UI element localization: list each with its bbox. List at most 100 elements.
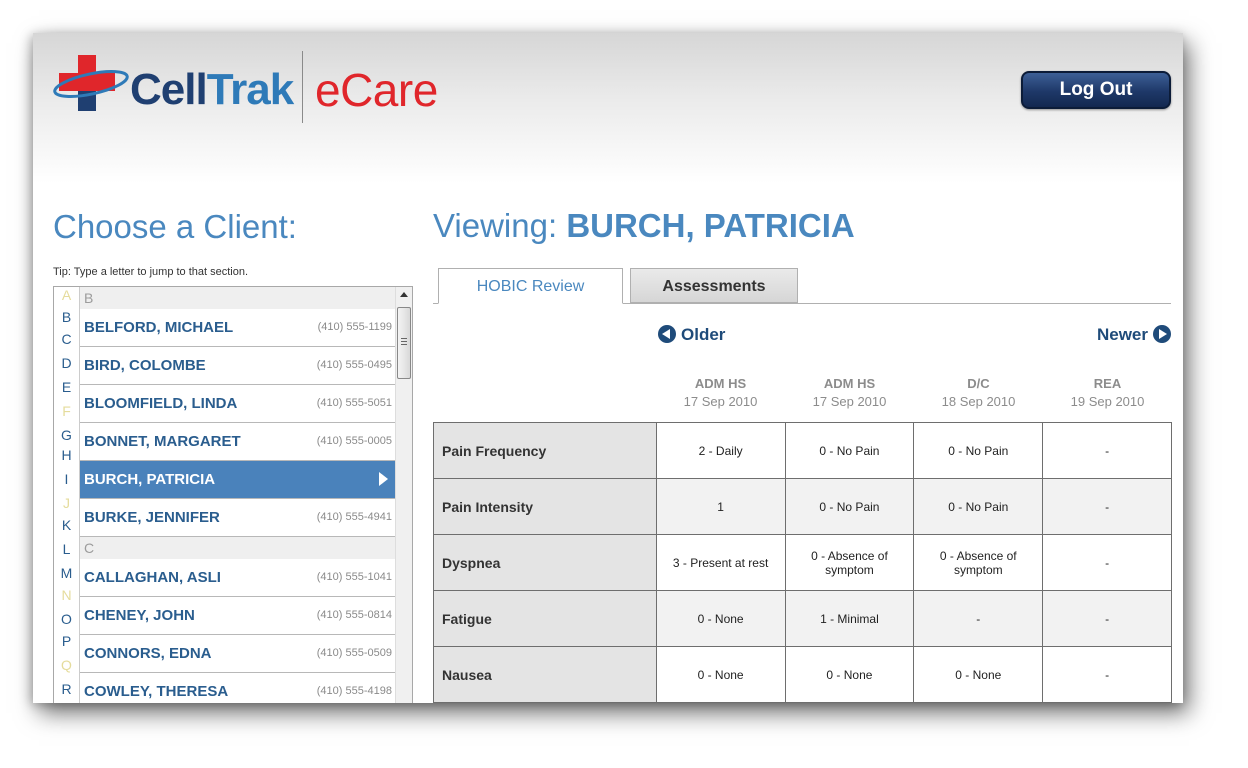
client-row[interactable]: BLOOMFIELD, LINDA (410) 555-5051 [80,385,396,423]
letter-index-f: F [62,403,71,419]
tab-assessments[interactable]: Assessments [630,268,798,303]
column-header: ADM HS 17 Sep 2010 [656,376,785,409]
assessment-table: Pain Frequency 2 - Daily 0 - No Pain 0 - No… [433,422,1172,703]
logout-button[interactable]: Log Out [1021,71,1171,109]
celltrak-ecare-logo: CellTrak eCare [53,51,483,127]
letter-index-j: J [63,495,70,511]
client-name: CONNORS, EDNA [84,645,212,662]
table-row: Fatigue 0 - None 1 - Minimal - - [433,590,1172,647]
scroll-up-arrow-icon[interactable] [400,292,408,297]
letter-index-p[interactable]: P [54,633,79,649]
letter-index-g[interactable]: G [54,427,79,443]
column-header: ADM HS 17 Sep 2010 [785,376,914,409]
letter-index-e[interactable]: E [54,379,79,395]
client-name: BIRD, COLOMBE [84,357,206,374]
table-cell: 0 - None [655,590,786,647]
table-cell: 0 - None [655,646,786,703]
table-cell: 0 - None [784,646,915,703]
grip-icon [401,338,407,339]
row-label: Pain Frequency [433,422,657,479]
header: CellTrak eCare Log Out [33,33,1183,183]
letter-index-o[interactable]: O [54,611,79,627]
client-row[interactable]: BURCH, PATRICIA [80,461,396,499]
table-cell: 0 - No Pain [784,422,915,479]
table-cell: - [1042,534,1172,591]
client-name: BURCH, PATRICIA [84,471,216,488]
chevron-left-circle-icon [658,325,676,343]
letter-index-q: Q [61,657,72,673]
client-name: BONNET, MARGARET [84,433,241,450]
client-phone: (410) 555-4198 [316,685,392,697]
scrollbar[interactable] [395,287,412,703]
app-window: CellTrak eCare Log Out Choose a Client: … [33,33,1183,703]
tab-hobic-review[interactable]: HOBIC Review [438,268,623,304]
letter-index-h[interactable]: H [54,447,79,463]
client-name: CHENEY, JOHN [84,607,195,624]
client-name: COWLEY, THERESA [84,683,229,700]
client-row[interactable]: BURKE, JENNIFER (410) 555-4941 [80,499,396,537]
letter-index-c[interactable]: C [54,331,79,347]
letter-index-b[interactable]: B [54,309,79,325]
client-row[interactable]: BIRD, COLOMBE (410) 555-0495 [80,347,396,385]
table-cell: 1 - Minimal [784,590,915,647]
table-cell: - [913,590,1044,647]
client-row[interactable]: COWLEY, THERESA (410) 555-4198 [80,673,396,703]
viewing-title: Viewing: BURCH, PATRICIA [433,207,855,245]
column-header: REA 19 Sep 2010 [1043,376,1172,409]
row-label: Nausea [433,646,657,703]
table-cell: 0 - No Pain [784,478,915,535]
table-cell: 0 - Absence of symptom [913,534,1044,591]
letter-index: ABCDEFGHIJKLMNOPQR [54,287,79,703]
column-type: D/C [967,376,990,391]
newer-button[interactable]: Newer [1097,325,1171,345]
older-button[interactable]: Older [658,325,725,345]
client-name: CALLAGHAN, ASLI [84,569,221,586]
viewing-label: Viewing: [433,207,558,244]
client-list: ABCDEFGHIJKLMNOPQR B BELFORD, MICHAEL (410… [53,286,413,703]
client-names: B BELFORD, MICHAEL (410) 555-1199 BIRD, COL… [79,287,396,703]
letter-index-n: N [61,587,72,603]
table-cell: 3 - Present at rest [655,534,786,591]
table-cell: 0 - Absence of symptom [784,534,915,591]
brand-product: eCare [315,64,438,116]
client-row[interactable]: BONNET, MARGARET (410) 555-0005 [80,423,396,461]
client-row[interactable]: CALLAGHAN, ASLI (410) 555-1041 [80,559,396,597]
section-header: C [80,537,396,559]
choose-client-title: Choose a Client: [53,208,297,245]
letter-index-k[interactable]: K [54,517,79,533]
table-cell: 1 [655,478,786,535]
table-cell: - [1042,422,1172,479]
letter-index-a: A [61,287,72,303]
client-name: BURKE, JENNIFER [84,509,220,526]
column-date: 18 Sep 2010 [941,394,1016,409]
letter-index-d[interactable]: D [54,355,79,371]
table-cell: - [1042,646,1172,703]
table-cell: 0 - No Pain [913,478,1044,535]
column-type: ADM HS [694,376,747,391]
client-row[interactable]: CHENEY, JOHN (410) 555-0814 [80,597,396,635]
letter-index-m[interactable]: M [54,565,79,581]
client-row[interactable]: BELFORD, MICHAEL (410) 555-1199 [80,309,396,347]
viewing-client-name: BURCH, PATRICIA [566,207,855,244]
letter-index-i[interactable]: I [54,471,79,487]
table-cell: 0 - None [913,646,1044,703]
client-phone: (410) 555-0814 [316,609,392,621]
brand-wordmark: CellTrak [130,65,295,115]
scroll-thumb[interactable] [397,307,411,379]
triangle-right-icon [379,472,388,486]
table-row: Nausea 0 - None 0 - None 0 - None - [433,646,1172,703]
column-date: 17 Sep 2010 [683,394,758,409]
brand-trak: Trak [206,65,295,114]
client-row[interactable]: CONNORS, EDNA (410) 555-0509 [80,635,396,673]
client-phone: (410) 555-0509 [316,647,392,659]
older-label: Older [681,325,726,344]
row-label: Pain Intensity [433,478,657,535]
letter-index-r[interactable]: R [54,681,79,697]
section-header: B [80,287,396,309]
letter-index-l[interactable]: L [54,541,79,557]
table-cell: 2 - Daily [655,422,786,479]
column-date: 17 Sep 2010 [812,394,887,409]
table-cell: - [1042,590,1172,647]
row-label: Dyspnea [433,534,657,591]
brand-cell: Cell [130,65,208,114]
